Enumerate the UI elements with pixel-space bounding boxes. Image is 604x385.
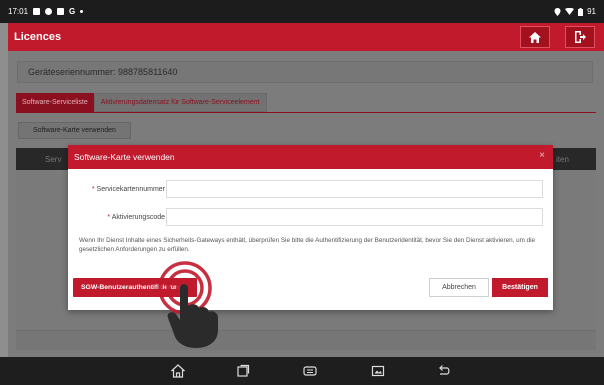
activation-code-input[interactable] <box>166 208 543 226</box>
home-icon[interactable] <box>171 364 185 378</box>
required-mark: * <box>107 213 111 221</box>
dialog-header: Software-Karte verwenden × <box>68 145 553 169</box>
tab-activation-records[interactable]: Aktivierungsdatensatz für Software-Servi… <box>93 93 267 112</box>
exit-icon <box>575 31 586 43</box>
home-button[interactable] <box>520 26 550 48</box>
service-card-number-input[interactable] <box>166 180 543 198</box>
google-icon: G <box>69 7 76 16</box>
table-header-service: Serv <box>45 155 62 164</box>
app-header: Licences <box>8 23 604 51</box>
tab-software-service-list[interactable]: Software-Serviceliste <box>16 93 94 112</box>
cancel-button[interactable]: Abbrechen <box>429 278 489 297</box>
activation-code-label: * Aktivierungscode <box>107 214 165 221</box>
dialog-title: Software-Karte verwenden <box>74 152 175 162</box>
service-card-number-row: * Servicekartennummer <box>68 180 553 198</box>
system-nav-bar <box>0 357 604 385</box>
location-icon <box>554 7 561 16</box>
table-header-right: iten <box>556 155 569 164</box>
more-notifications-icon <box>80 10 84 13</box>
battery-icon <box>578 7 584 16</box>
activation-code-label-text: Aktivierungscode <box>111 213 165 221</box>
sgw-user-authentication-button[interactable]: SGW-Benutzerauthentifizierung <box>73 278 197 297</box>
activation-code-row: * Aktivierungscode <box>68 208 553 226</box>
status-bar: 17:01 G 91 <box>0 0 604 23</box>
sgw-notice: Wenn Ihr Dienst Inhalte eines Sicherheit… <box>79 237 535 253</box>
table-footer <box>16 330 596 350</box>
message-icon <box>33 8 41 15</box>
wifi-icon <box>565 8 575 15</box>
screenshot-notification-icon <box>57 8 65 15</box>
device-serial: Geräteseriennummer: 988785811640 <box>17 61 593 83</box>
screenshot-icon[interactable] <box>371 364 385 378</box>
page-title: Licences <box>14 31 62 43</box>
home-icon <box>529 31 541 43</box>
use-software-card-dialog: Software-Karte verwenden × * Servicekart… <box>68 145 553 310</box>
required-mark: * <box>91 185 95 193</box>
battery-level: 91 <box>587 7 596 16</box>
close-icon[interactable]: × <box>539 151 545 161</box>
exit-button[interactable] <box>565 26 595 48</box>
service-card-number-label-text: Servicekartennummer <box>96 185 165 193</box>
clock: 17:01 <box>8 7 29 16</box>
tab-bar: Software-Serviceliste Aktivierungsdatens… <box>16 93 596 113</box>
settings-icon <box>45 8 53 15</box>
service-card-number-label: * Servicekartennummer <box>92 186 165 193</box>
back-icon[interactable] <box>437 364 451 378</box>
tablet-screen: 17:01 G 91 Licences Geräteseriennummer: … <box>0 0 604 385</box>
confirm-button[interactable]: Bestätigen <box>492 278 548 297</box>
vci-icon[interactable] <box>303 364 317 378</box>
use-software-card-button[interactable]: Software-Karte verwenden <box>18 122 131 139</box>
recents-icon[interactable] <box>236 364 250 378</box>
